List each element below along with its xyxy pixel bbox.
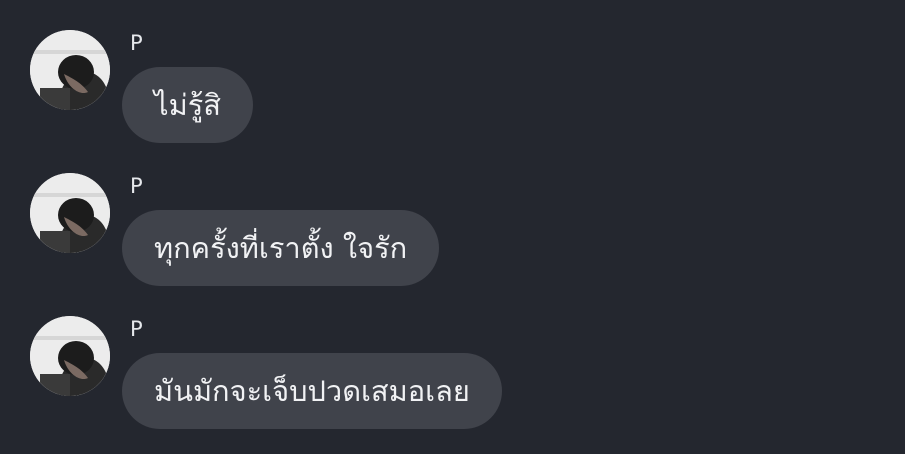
message-item: P ไม่รู้สิ	[0, 30, 905, 160]
profile-photo-icon	[30, 316, 110, 396]
message-bubble[interactable]: ไม่รู้สิ	[122, 67, 253, 143]
profile-photo-icon	[30, 30, 110, 110]
profile-photo-icon	[30, 173, 110, 253]
message-bubble[interactable]: ทุกครั้งที่เราตั้ง ใจรัก	[122, 210, 440, 286]
message-thread: P ไม่รู้สิ P ทุกครั้งที่เราตั้ง ใจรัก P …	[0, 0, 905, 454]
avatar[interactable]	[30, 30, 110, 110]
avatar[interactable]	[30, 316, 110, 396]
message-item: P ทุกครั้งที่เราตั้ง ใจรัก	[0, 173, 905, 303]
sender-name: P	[130, 317, 143, 341]
message-bubble[interactable]: มันมักจะเจ็บปวดเสมอเลย	[122, 353, 502, 429]
sender-name: P	[130, 174, 143, 198]
avatar[interactable]	[30, 173, 110, 253]
message-item: P มันมักจะเจ็บปวดเสมอเลย	[0, 316, 905, 446]
sender-name: P	[130, 31, 143, 55]
